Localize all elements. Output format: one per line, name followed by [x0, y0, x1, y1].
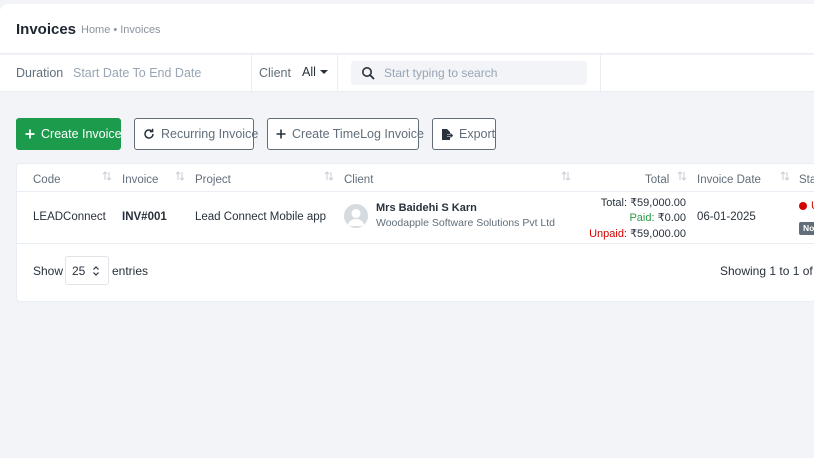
cell-invoice-number[interactable]: INV#001 — [122, 211, 167, 223]
filter-divider — [337, 55, 338, 92]
sort-icon[interactable] — [175, 170, 185, 182]
status-badge: No — [799, 222, 814, 235]
export-label: Export — [459, 127, 496, 141]
total-amount: Total: ₹59,000.00 — [601, 196, 686, 209]
plus-icon — [25, 129, 35, 139]
client-company: Woodapple Software Solutions Pvt Ltd — [376, 217, 555, 229]
paid-value: ₹0.00 — [657, 212, 686, 224]
status-dot-icon — [799, 202, 807, 210]
plus-icon — [276, 129, 286, 139]
breadcrumb-home[interactable]: Home — [81, 24, 110, 36]
paid-amount: Paid: ₹0.00 — [629, 211, 686, 224]
cell-code: LEADConnect — [33, 211, 106, 223]
unpaid-value: ₹59,000.00 — [630, 228, 686, 240]
unpaid-label: Unpaid: — [589, 228, 627, 240]
duration-label: Duration — [16, 66, 64, 80]
page-size-select[interactable]: 25 — [65, 256, 109, 285]
file-export-icon — [442, 128, 453, 140]
create-invoice-label: Create Invoice — [41, 127, 122, 141]
column-header-client[interactable]: Client — [344, 174, 373, 186]
showing-info: Showing 1 to 1 of — [720, 264, 813, 278]
duration-picker[interactable]: Start Date To End Date — [73, 66, 201, 80]
search-input[interactable] — [379, 61, 585, 85]
breadcrumb: Home • Invoices — [81, 24, 161, 36]
sort-icon[interactable] — [677, 170, 687, 182]
column-header-invoice-date[interactable]: Invoice Date — [697, 174, 761, 186]
client-select[interactable]: All — [302, 65, 328, 79]
column-header-total[interactable]: Total — [645, 174, 669, 186]
cell-project[interactable]: Lead Connect Mobile app — [195, 211, 326, 223]
client-label: Client — [259, 66, 291, 80]
search-box — [351, 61, 587, 85]
recurring-invoice-button[interactable]: Recurring Invoice — [134, 118, 258, 150]
sort-icon[interactable] — [324, 170, 334, 182]
sort-icon[interactable] — [102, 170, 112, 182]
table-header-divider — [17, 191, 814, 192]
create-timelog-invoice-label: Create TimeLog Invoice — [292, 127, 425, 141]
column-header-invoice[interactable]: Invoice — [122, 174, 158, 186]
cell-invoice-date: 06-01-2025 — [697, 211, 756, 223]
total-value: ₹59,000.00 — [630, 197, 686, 209]
create-timelog-invoice-button[interactable]: Create TimeLog Invoice — [267, 118, 424, 150]
user-avatar-icon — [347, 209, 365, 226]
page-size-value: 25 — [72, 264, 86, 278]
updown-chevron-icon — [93, 266, 99, 276]
filter-divider — [251, 55, 252, 92]
refresh-icon — [144, 128, 154, 139]
export-button[interactable]: Export — [432, 118, 496, 150]
sort-icon[interactable] — [780, 170, 790, 182]
unpaid-amount: Unpaid: ₹59,000.00 — [589, 227, 686, 240]
recurring-invoice-label: Recurring Invoice — [161, 127, 259, 141]
client-name[interactable]: Mrs Baidehi S Karn — [376, 202, 477, 214]
show-label: Show — [33, 264, 64, 278]
column-header-status[interactable]: Sta — [799, 174, 814, 186]
breadcrumb-separator: • — [113, 24, 118, 36]
sort-icon[interactable] — [561, 170, 571, 182]
entries-label: entries — [112, 264, 149, 278]
avatar — [344, 204, 368, 228]
page-header: Invoices Home • Invoices — [0, 4, 814, 54]
column-header-code[interactable]: Code — [33, 174, 61, 186]
create-invoice-button[interactable]: Create Invoice — [16, 118, 122, 150]
column-header-project[interactable]: Project — [195, 174, 231, 186]
search-icon — [362, 67, 375, 80]
breadcrumb-current: Invoices — [120, 24, 161, 36]
client-select-value: All — [302, 65, 316, 79]
paid-label: Paid: — [629, 212, 655, 224]
page-title: Invoices — [16, 21, 77, 38]
filter-divider — [600, 55, 601, 92]
table-row-divider — [17, 243, 814, 244]
invoice-table-card: Code Invoice Project Client Total Invoic… — [16, 163, 814, 302]
caret-down-icon — [319, 69, 328, 74]
total-label: Total: — [600, 197, 627, 209]
